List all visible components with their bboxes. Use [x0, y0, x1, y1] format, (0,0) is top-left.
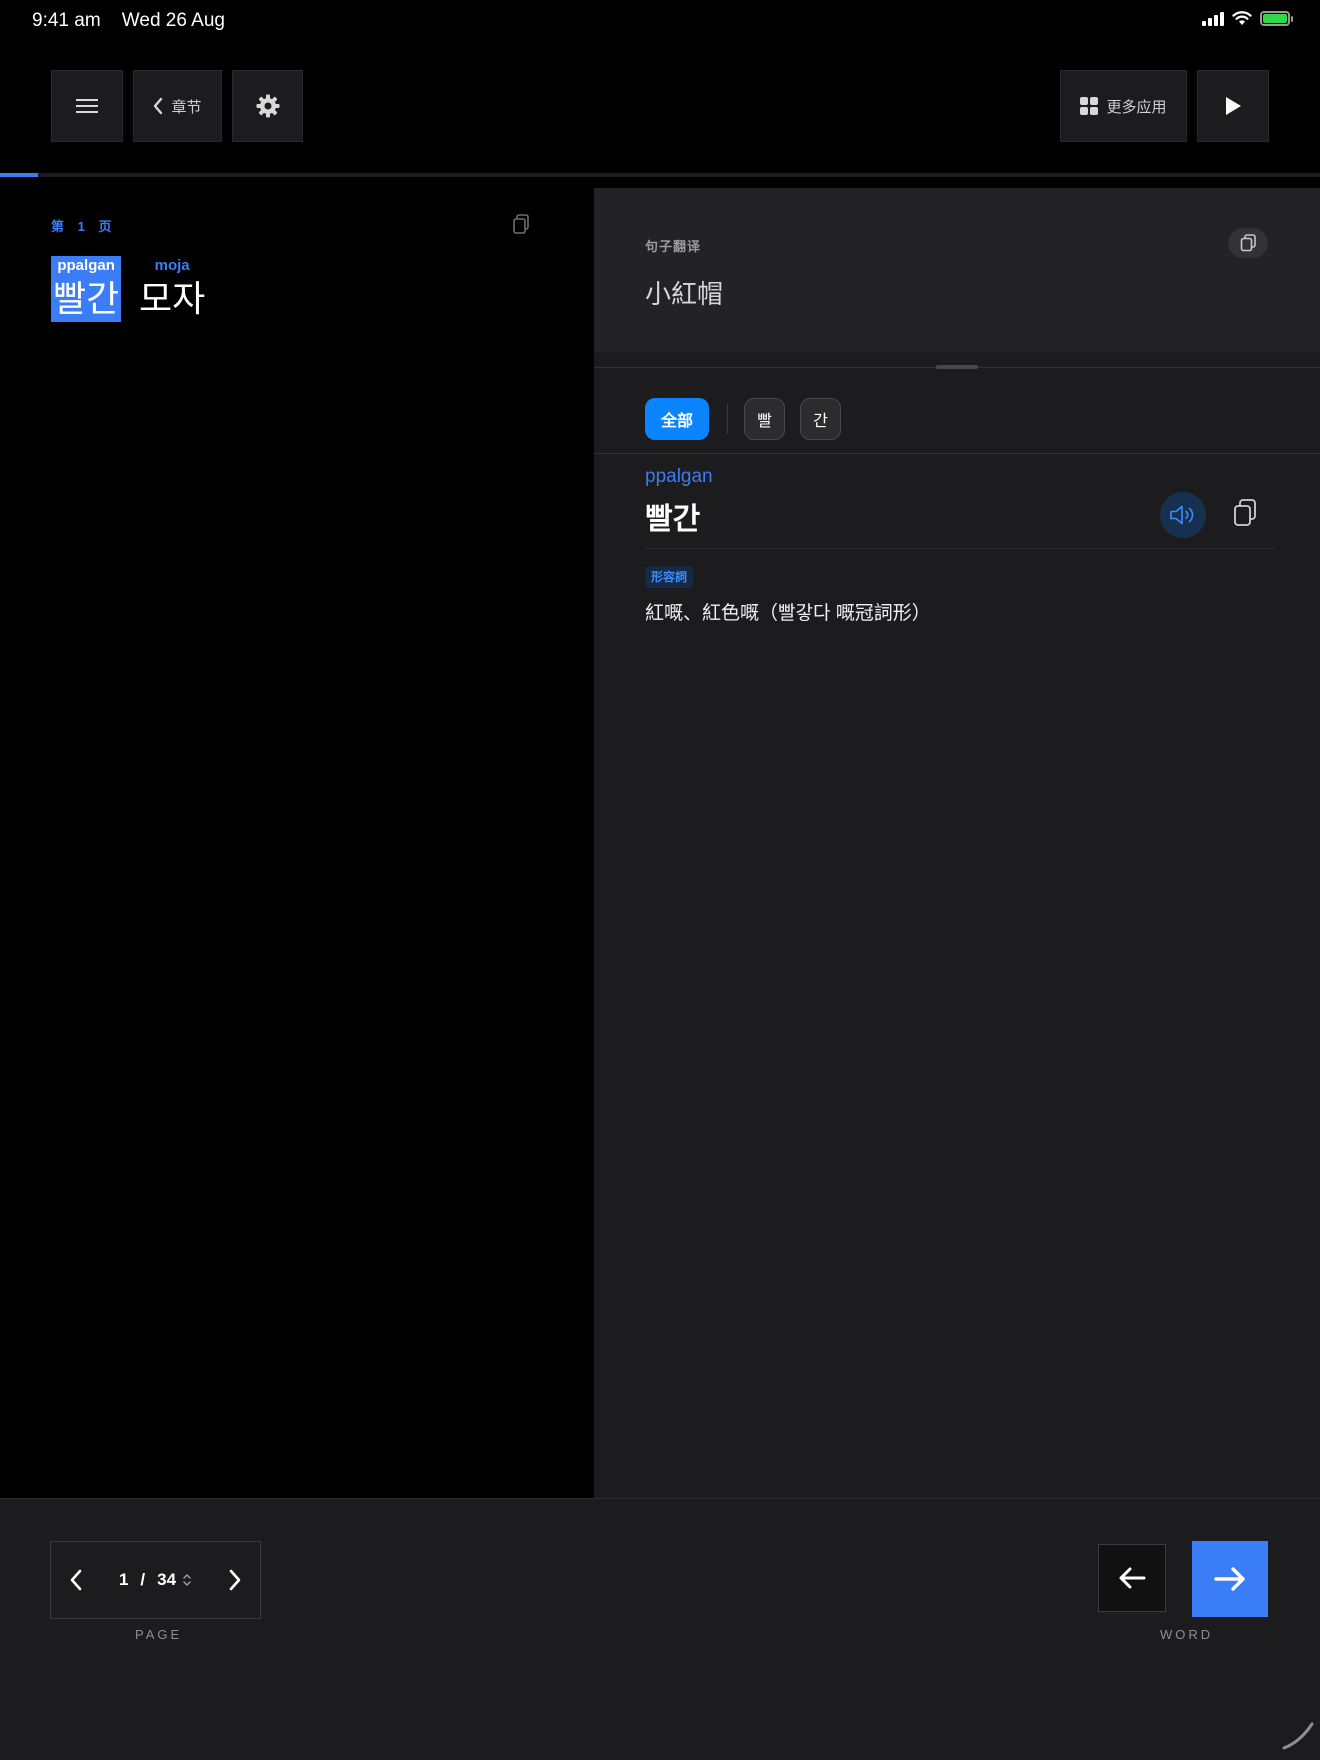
reading-pane: 第 1 页 ppalgan 빨간 moja 모자	[0, 188, 594, 1498]
pronounce-button[interactable]	[1160, 492, 1206, 538]
reading-progress-fill	[0, 173, 39, 177]
chevron-right-icon[interactable]	[228, 1569, 242, 1591]
chip-all[interactable]: 全部	[645, 398, 709, 440]
status-clock: 9:41 am	[32, 10, 101, 31]
toolbar: 章节 更多应用	[0, 70, 1320, 144]
word-token-roman: moja	[154, 257, 190, 274]
play-button[interactable]	[1197, 70, 1269, 142]
word-romanization: ppalgan	[645, 466, 713, 487]
status-time: 9:41 am Wed 26 Aug	[32, 10, 225, 32]
gear-icon	[256, 94, 279, 118]
word-token-hangul: 빨간	[53, 278, 120, 319]
word-token-selected[interactable]: ppalgan 빨간	[51, 256, 122, 322]
up-down-chevron-icon	[183, 1573, 191, 1587]
previous-word-button[interactable]	[1098, 1544, 1166, 1612]
sentence-translation-section: 句子翻译 小紅帽	[594, 188, 1320, 352]
scroll-indicator-icon	[1282, 1722, 1314, 1750]
status-icons	[1202, 11, 1293, 26]
word-token[interactable]: moja 모자	[139, 256, 205, 322]
speaker-icon	[1170, 505, 1194, 525]
chip-separator	[727, 404, 728, 434]
part-of-speech-tag: 形容詞	[645, 566, 694, 588]
sentence-translation-text: 小紅帽	[645, 279, 724, 309]
arrow-left-icon	[1119, 1567, 1146, 1589]
more-apps-button[interactable]: 更多应用	[1060, 70, 1187, 142]
chapters-label: 章节	[171, 98, 202, 116]
chevron-left-icon[interactable]	[69, 1569, 83, 1591]
copy-icon	[1240, 234, 1256, 252]
next-word-button[interactable]	[1192, 1541, 1268, 1617]
chapters-button[interactable]: 章节	[133, 70, 222, 142]
status-bar: 9:41 am Wed 26 Aug	[0, 0, 1320, 42]
sentence-translation-label: 句子翻译	[645, 239, 702, 254]
cellular-signal-icon	[1202, 11, 1224, 26]
current-page: 1	[118, 1570, 129, 1589]
page-navigator: 1 / 34	[50, 1541, 261, 1619]
arrow-right-icon	[1214, 1567, 1245, 1591]
hamburger-icon	[76, 99, 98, 113]
total-pages: 34	[157, 1570, 177, 1589]
status-date: Wed 26 Aug	[121, 10, 225, 31]
more-apps-label: 更多应用	[1106, 98, 1167, 116]
chip-syllable[interactable]: 빨	[744, 398, 785, 440]
page-label: 第 1 页	[51, 219, 117, 234]
copy-word-button[interactable]	[1232, 498, 1258, 533]
battery-icon	[1260, 11, 1293, 26]
chevron-left-icon	[154, 97, 163, 115]
page-nav-label: PAGE	[135, 1627, 183, 1642]
divider	[594, 453, 1320, 454]
bottom-navigation-bar: 1 / 34 PAGE WORD	[0, 1498, 1320, 1760]
copy-icon	[1234, 499, 1256, 526]
chip-syllable[interactable]: 간	[800, 398, 841, 440]
word-token-roman: ppalgan	[57, 257, 115, 274]
grid-icon	[1080, 97, 1099, 115]
play-icon	[1226, 97, 1241, 115]
word-token-hangul: 모자	[139, 278, 206, 319]
word-nav-label: WORD	[1160, 1627, 1214, 1642]
page-number-selector[interactable]: 1 / 34	[119, 1570, 192, 1590]
word-headword: 빨간	[645, 503, 701, 536]
reading-progress-bar	[0, 173, 1320, 177]
syllable-filter: 全部 빨 간	[645, 398, 841, 440]
page-separator: /	[140, 1570, 146, 1589]
menu-button[interactable]	[51, 70, 123, 142]
copy-page-button[interactable]	[512, 214, 530, 239]
divider	[645, 548, 1275, 549]
copy-translation-button[interactable]	[1228, 228, 1268, 258]
copy-icon	[513, 214, 529, 234]
resize-handle[interactable]	[936, 365, 978, 369]
word-definition: 紅嘅、紅色嘅（빨갛다 嘅冠詞形）	[645, 603, 931, 624]
wifi-icon	[1232, 11, 1252, 25]
dictionary-pane: 句子翻译 小紅帽 全部 빨 간 ppalgan 빨간 形容詞 紅嘅、紅色嘅（빨갛…	[594, 188, 1320, 1498]
settings-button[interactable]	[232, 70, 303, 142]
